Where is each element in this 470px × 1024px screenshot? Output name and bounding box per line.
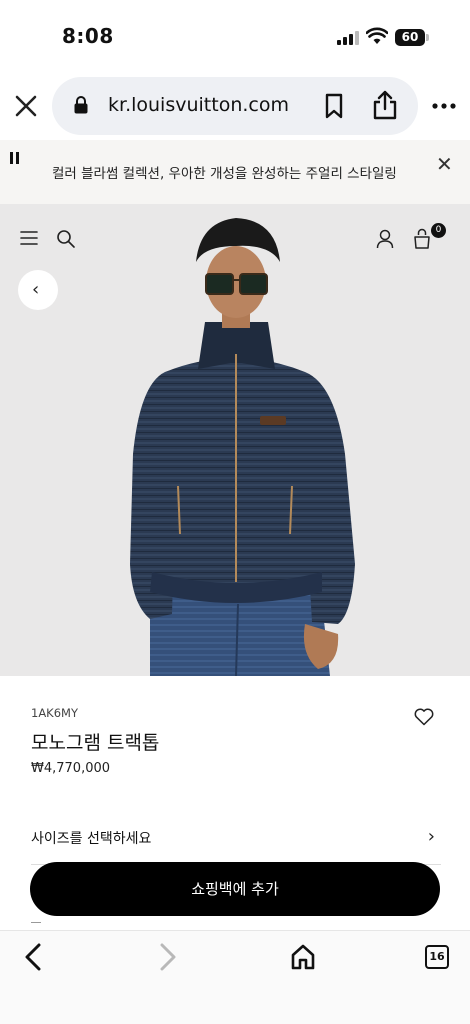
url-text: kr.louisvuitton.com	[108, 94, 289, 116]
tabs-icon[interactable]: 16	[425, 945, 449, 969]
announcement-banner: 컬러 블라썸 컬렉션, 우아한 개성을 완성하는 주얼리 스타일링 ✕	[0, 140, 470, 204]
tab-count: 16	[429, 950, 445, 963]
wifi-icon	[366, 27, 388, 44]
size-selector[interactable]: 사이즈를 선택하세요 ›	[31, 826, 441, 848]
product-sku: 1AK6MY	[31, 706, 78, 720]
model-photo	[0, 204, 470, 676]
size-prompt: 사이즈를 선택하세요	[31, 831, 152, 847]
home-icon[interactable]	[290, 943, 316, 971]
back-icon[interactable]	[22, 943, 44, 971]
url-field[interactable]: kr.louisvuitton.com	[52, 77, 418, 135]
signal-icon	[337, 31, 359, 45]
back-button[interactable]: ‹	[18, 270, 58, 310]
more-icon[interactable]	[432, 101, 456, 111]
banner-close-icon[interactable]: ✕	[436, 154, 453, 174]
browser-address-bar: kr.louisvuitton.com	[0, 75, 470, 137]
chevron-right-icon: ›	[427, 826, 435, 847]
search-icon[interactable]	[56, 229, 76, 249]
bag-count-badge: 0	[431, 223, 446, 238]
battery-icon: 60	[395, 29, 429, 46]
close-icon[interactable]	[12, 92, 40, 120]
heart-icon[interactable]	[414, 708, 434, 726]
status-time: 8:08	[62, 24, 114, 48]
forward-icon[interactable]	[157, 943, 179, 971]
pause-icon[interactable]	[10, 152, 20, 164]
product-price: ₩4,770,000	[31, 761, 111, 776]
share-icon[interactable]	[372, 90, 398, 120]
content-peek	[31, 920, 441, 930]
banner-text[interactable]: 컬러 블라썸 컬렉션, 우아한 개성을 완성하는 주얼리 스타일링	[52, 162, 397, 182]
site-header: 0	[0, 223, 470, 256]
bookmark-icon[interactable]	[322, 93, 346, 119]
product-name: 모노그램 트랙톱	[31, 732, 160, 754]
menu-icon[interactable]	[20, 230, 38, 246]
account-icon[interactable]	[376, 229, 394, 249]
lock-icon	[74, 96, 88, 114]
battery-level: 60	[401, 30, 419, 44]
back-arrow-icon: ‹	[32, 279, 40, 300]
browser-toolbar: 16	[0, 930, 470, 1024]
status-bar: 8:08 60	[0, 0, 470, 70]
product-image: 0 ‹	[0, 204, 470, 676]
shopping-bag-icon[interactable]	[413, 227, 431, 249]
add-to-bag-button[interactable]: 쇼핑백에 추가	[30, 862, 440, 916]
